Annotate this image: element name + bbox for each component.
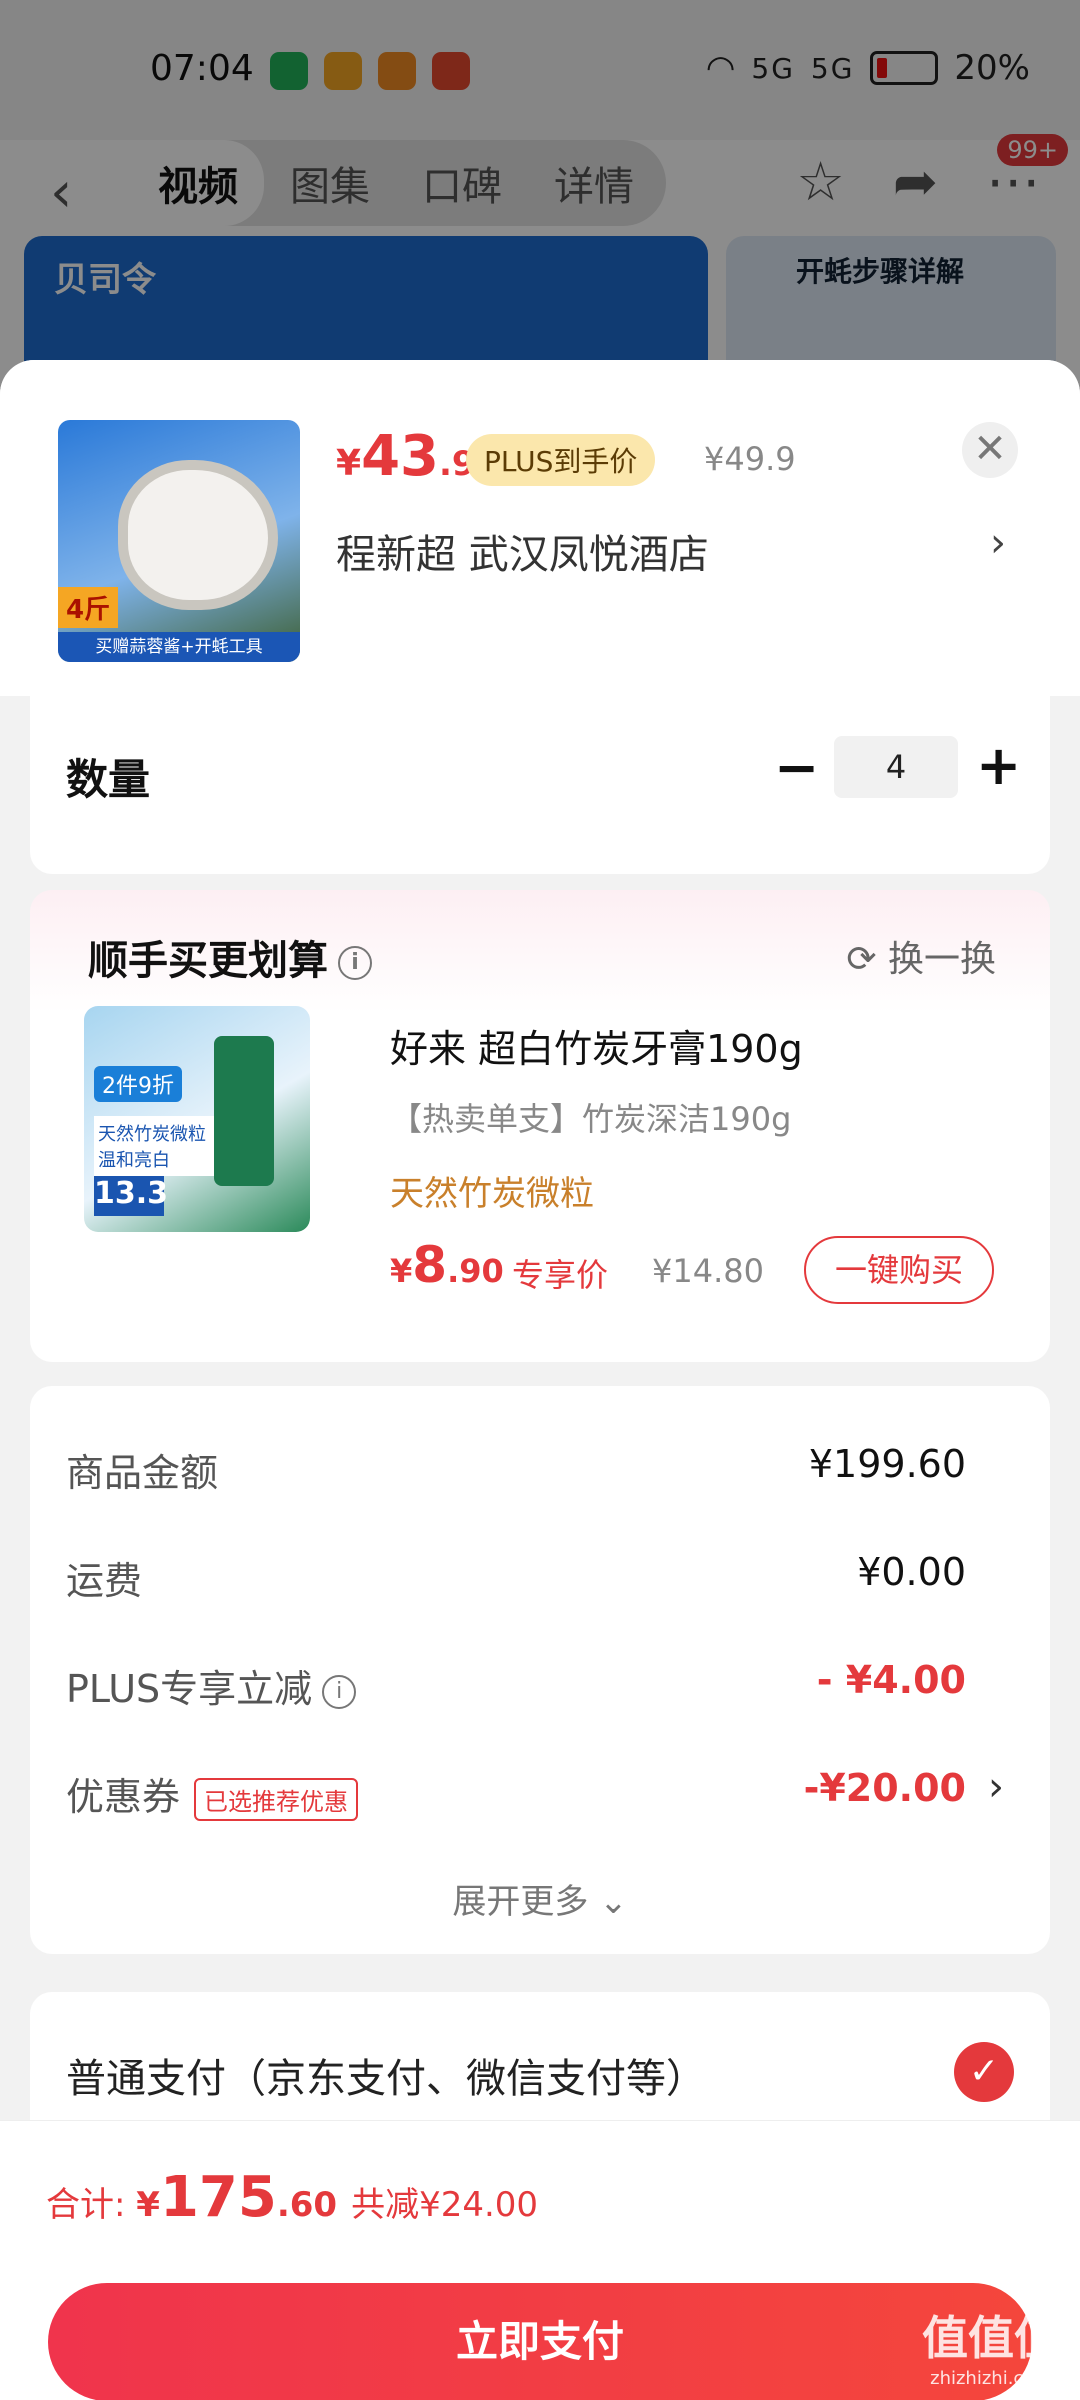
product-price: ¥43.9 [336, 424, 476, 489]
upsell-feature: 天然竹炭微粒 [390, 1174, 594, 1214]
watermark-url: zhizhizhi.com [930, 2368, 1052, 2389]
checkout-bar: 合计: ¥175.60 共减¥24.00 立即支付 值值值 zhizhizhi.c… [0, 2120, 1080, 2400]
swap-label: 换一换 [887, 939, 996, 980]
delivery-address[interactable]: 程新超 武汉凤悦酒店 [336, 522, 709, 580]
chevron-right-icon[interactable]: › [988, 1764, 1004, 1810]
order-summary-card: 商品金额 ¥199.60 运费 ¥0.00 PLUS专享立减 i - ¥4.00 … [30, 1386, 1050, 1954]
plus-discount-value: - ¥4.00 [816, 1658, 966, 1702]
upsell-price-decimal: .90 [447, 1252, 504, 1290]
info-icon[interactable]: i [338, 946, 372, 980]
shipping-label: 运费 [66, 1559, 143, 1603]
total-saved: 共减¥24.00 [351, 2185, 539, 2225]
total-decimal: .60 [276, 2185, 338, 2225]
goods-amount-label: 商品金额 [66, 1451, 219, 1495]
price-currency: ¥ [336, 443, 362, 484]
plus-discount-text: PLUS专享立减 [66, 1667, 313, 1711]
quantity-input[interactable] [834, 736, 958, 798]
watermark: 值值值 zhizhizhi.com [922, 2302, 1060, 2389]
checkmark-icon[interactable]: ✓ [954, 2042, 1014, 2102]
upsell-subtitle: 【热卖单支】竹炭深洁190g [390, 1100, 792, 1138]
close-icon[interactable]: ✕ [962, 422, 1018, 478]
expand-more-button[interactable]: 展开更多 ⌄ [30, 1874, 1050, 1923]
weight-tag: 4斤 [58, 587, 119, 628]
upsell-product-image[interactable]: 2件9折 天然竹炭微粒 温和亮白 13.3 [84, 1006, 310, 1232]
quantity-minus-button[interactable]: − [774, 736, 819, 799]
watermark-logo: 值值值 [922, 2311, 1060, 2365]
payment-method-label: 普通支付（京东支付、微信支付等） [66, 2056, 706, 2102]
swap-button[interactable]: ⟳ 换一换 [846, 930, 996, 982]
coupon-text: 优惠券 [66, 1775, 181, 1819]
goods-amount-value: ¥199.60 [808, 1442, 966, 1486]
chevron-right-icon[interactable]: › [990, 520, 1006, 566]
checkout-sheet: 4斤 买赠蒜蓉酱+开蚝工具 ¥43.9 PLUS到手价 ¥49.9 ✕ 程新超 … [0, 360, 1080, 2400]
coupon-value[interactable]: -¥20.00 [804, 1766, 966, 1810]
total-currency: ¥ [136, 2185, 160, 2225]
upsell-price: ¥8.90 [390, 1236, 504, 1294]
pay-now-button[interactable]: 立即支付 [48, 2283, 1032, 2400]
quantity-label: 数量 [66, 755, 151, 804]
upsell-title: 顺手买更划算 i [88, 928, 372, 986]
quantity-plus-button[interactable]: + [976, 734, 1021, 797]
refresh-icon: ⟳ [846, 939, 888, 980]
quantity-card: 数量 − + [30, 696, 1050, 874]
upsell-price-integer: 8 [412, 1236, 448, 1294]
gift-strip: 买赠蒜蓉酱+开蚝工具 [58, 632, 300, 662]
oyster-image [128, 470, 268, 600]
coupon-label[interactable]: 优惠券 已选推荐优惠 [66, 1766, 359, 1821]
image-discount-tag: 2件9折 [94, 1066, 182, 1102]
background-page: 07:04 ◠ 5G 5G 20% ‹ 视频 图集 口碑 详情 ☆ ➦ ⋯ 99… [0, 0, 1080, 406]
image-number-tag: 13.3 [94, 1176, 168, 1216]
price-integer: 43 [361, 424, 439, 489]
upsell-card: 顺手买更划算 i ⟳ 换一换 2件9折 天然竹炭微粒 温和亮白 13.3 好来 超… [30, 890, 1050, 1362]
toothpaste-image [214, 1036, 274, 1186]
upsell-price-currency: ¥ [390, 1252, 413, 1290]
upsell-name[interactable]: 好来 超白竹炭牙膏190g [390, 1018, 803, 1073]
coupon-recommend-tag: 已选推荐优惠 [194, 1778, 359, 1821]
total-amount: 合计: ¥175.60 共减¥24.00 [46, 2165, 538, 2230]
total-integer: 175 [159, 2165, 277, 2230]
image-feature-tag: 天然竹炭微粒 温和亮白 [94, 1116, 222, 1176]
info-icon[interactable]: i [322, 1674, 357, 1709]
exclusive-price-label: 专享价 [512, 1256, 609, 1294]
total-label: 合计: [46, 2185, 137, 2225]
product-thumbnail: 4斤 买赠蒜蓉酱+开蚝工具 [58, 420, 300, 662]
plus-price-tag: PLUS到手价 [466, 434, 656, 486]
product-header: 4斤 买赠蒜蓉酱+开蚝工具 ¥43.9 PLUS到手价 ¥49.9 ✕ 程新超 … [0, 360, 1080, 696]
original-price: ¥49.9 [704, 440, 796, 478]
plus-discount-label: PLUS专享立减 i [66, 1658, 357, 1713]
upsell-title-text: 顺手买更划算 [88, 938, 328, 984]
upsell-original-price: ¥14.80 [652, 1252, 764, 1290]
shipping-value: ¥0.00 [857, 1550, 966, 1594]
one-click-buy-button[interactable]: 一键购买 [804, 1236, 994, 1304]
dim-overlay[interactable] [0, 0, 1080, 400]
